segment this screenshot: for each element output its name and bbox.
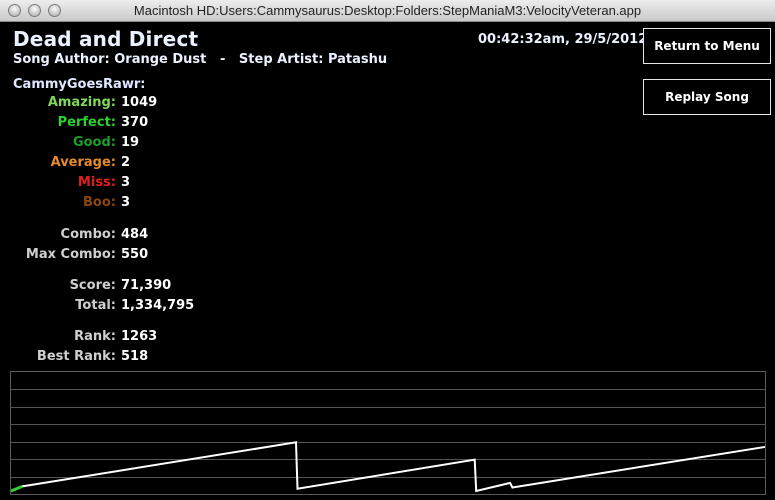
stat-label: Rank: xyxy=(74,329,116,344)
stat-label: Best Rank: xyxy=(36,349,116,364)
stat-row: Combo: 484 xyxy=(0,227,775,245)
judgment-row: Amazing: 1049 xyxy=(0,95,775,113)
song-title: Dead and Direct xyxy=(13,27,199,51)
stat-value: 1263 xyxy=(121,329,158,344)
judgment-value: 3 xyxy=(121,195,131,210)
judgment-label: Good: xyxy=(72,135,116,150)
judgment-label: Perfect: xyxy=(57,115,116,130)
combo-line xyxy=(11,441,765,493)
judgment-row: Boo: 3 xyxy=(0,195,775,213)
stat-value: 1,334,795 xyxy=(121,298,195,313)
window-title: Macintosh HD:Users:Cammysaurus:Desktop:F… xyxy=(133,3,642,18)
judgment-value: 2 xyxy=(121,155,131,170)
window-titlebar: Macintosh HD:Users:Cammysaurus:Desktop:F… xyxy=(0,0,775,22)
judgment-row: Good: 19 xyxy=(0,135,775,153)
player-name: CammyGoesRawr: xyxy=(13,77,146,92)
judgment-label: Amazing: xyxy=(47,95,116,110)
stat-value: 518 xyxy=(121,349,149,364)
judgment-value: 370 xyxy=(121,115,149,130)
stat-label: Combo: xyxy=(60,227,116,242)
judgment-label: Miss: xyxy=(77,175,116,190)
stat-value: 484 xyxy=(121,227,149,242)
stat-value: 71,390 xyxy=(121,278,172,293)
stat-row: Score: 71,390 xyxy=(0,278,775,296)
judgment-label: Boo: xyxy=(83,195,116,210)
combo-graph-plot xyxy=(11,389,765,493)
judgment-value: 1049 xyxy=(121,95,158,110)
judgment-row: Miss: 3 xyxy=(0,175,775,193)
stat-label: Max Combo: xyxy=(25,247,116,262)
judgment-value: 3 xyxy=(121,175,131,190)
judgment-row: Perfect: 370 xyxy=(0,115,775,133)
stat-label: Total: xyxy=(75,298,116,313)
stat-label: Score: xyxy=(69,278,116,293)
combo-start-segment xyxy=(11,484,23,493)
return-to-menu-button[interactable]: Return to Menu xyxy=(643,28,771,64)
judgment-value: 19 xyxy=(121,135,140,150)
combo-graph xyxy=(10,371,766,495)
song-credits: Song Author: Orange Dust - Step Artist: … xyxy=(13,52,388,67)
stat-row: Max Combo: 550 xyxy=(0,247,775,265)
stat-row: Rank: 1263 xyxy=(0,329,775,347)
judgment-label: Average: xyxy=(50,155,116,170)
stat-row: Total: 1,334,795 xyxy=(0,298,775,316)
date-time: 00:42:32am, 29/5/2012 xyxy=(478,32,648,47)
judgment-row: Average: 2 xyxy=(0,155,775,173)
stat-row: Best Rank: 518 xyxy=(0,349,775,367)
stat-value: 550 xyxy=(121,247,149,262)
